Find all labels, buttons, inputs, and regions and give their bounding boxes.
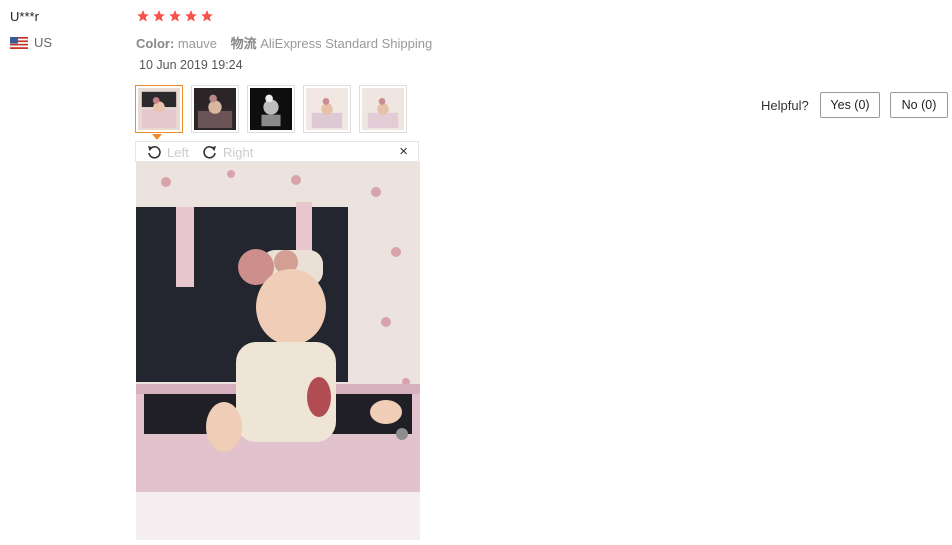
- photo-thumbnail[interactable]: [359, 85, 407, 133]
- helpful-label: Helpful?: [761, 98, 809, 113]
- star-icon: [169, 10, 181, 22]
- star-icon: [153, 10, 165, 22]
- color-value: mauve: [177, 36, 217, 51]
- star-icon: [137, 10, 149, 22]
- star-icon: [185, 10, 197, 22]
- photo-thumbnail[interactable]: [191, 85, 239, 133]
- helpful-no-button[interactable]: No (0): [890, 92, 948, 118]
- active-thumbnail-pointer: [152, 134, 162, 140]
- photo-thumbnail[interactable]: [135, 85, 183, 133]
- review-photo-thumbnails: [135, 85, 407, 133]
- rotate-left-icon: [148, 145, 161, 159]
- star-icon: [201, 10, 213, 22]
- photo-thumbnail[interactable]: [303, 85, 351, 133]
- us-flag-icon: [10, 36, 28, 49]
- star-rating: [136, 9, 214, 23]
- color-label: Color:: [136, 36, 175, 51]
- rotate-right-button[interactable]: Right: [202, 144, 253, 160]
- photo-thumbnail[interactable]: [247, 85, 295, 133]
- reviewer-country: US: [10, 35, 52, 50]
- shipping-label: 物流: [230, 36, 257, 51]
- rotate-right-icon: [203, 145, 216, 159]
- photo-viewer-toolbar: Left Right ×: [135, 141, 419, 162]
- country-code: US: [34, 35, 53, 50]
- review-date: 10 Jun 2019 19:24: [139, 58, 243, 72]
- review-photo: [136, 162, 420, 540]
- rotate-left-button[interactable]: Left: [146, 144, 189, 160]
- close-icon[interactable]: ×: [399, 143, 408, 160]
- helpful-yes-button[interactable]: Yes (0): [820, 92, 880, 118]
- reviewer-name: U***r: [10, 9, 39, 24]
- review-photo-image: [136, 162, 420, 540]
- shipping-value: AliExpress Standard Shipping: [260, 36, 433, 51]
- order-info: Color: mauve 物流 AliExpress Standard Ship…: [136, 33, 442, 52]
- rotate-left-label: Left: [167, 144, 189, 160]
- rotate-right-label: Right: [223, 144, 254, 160]
